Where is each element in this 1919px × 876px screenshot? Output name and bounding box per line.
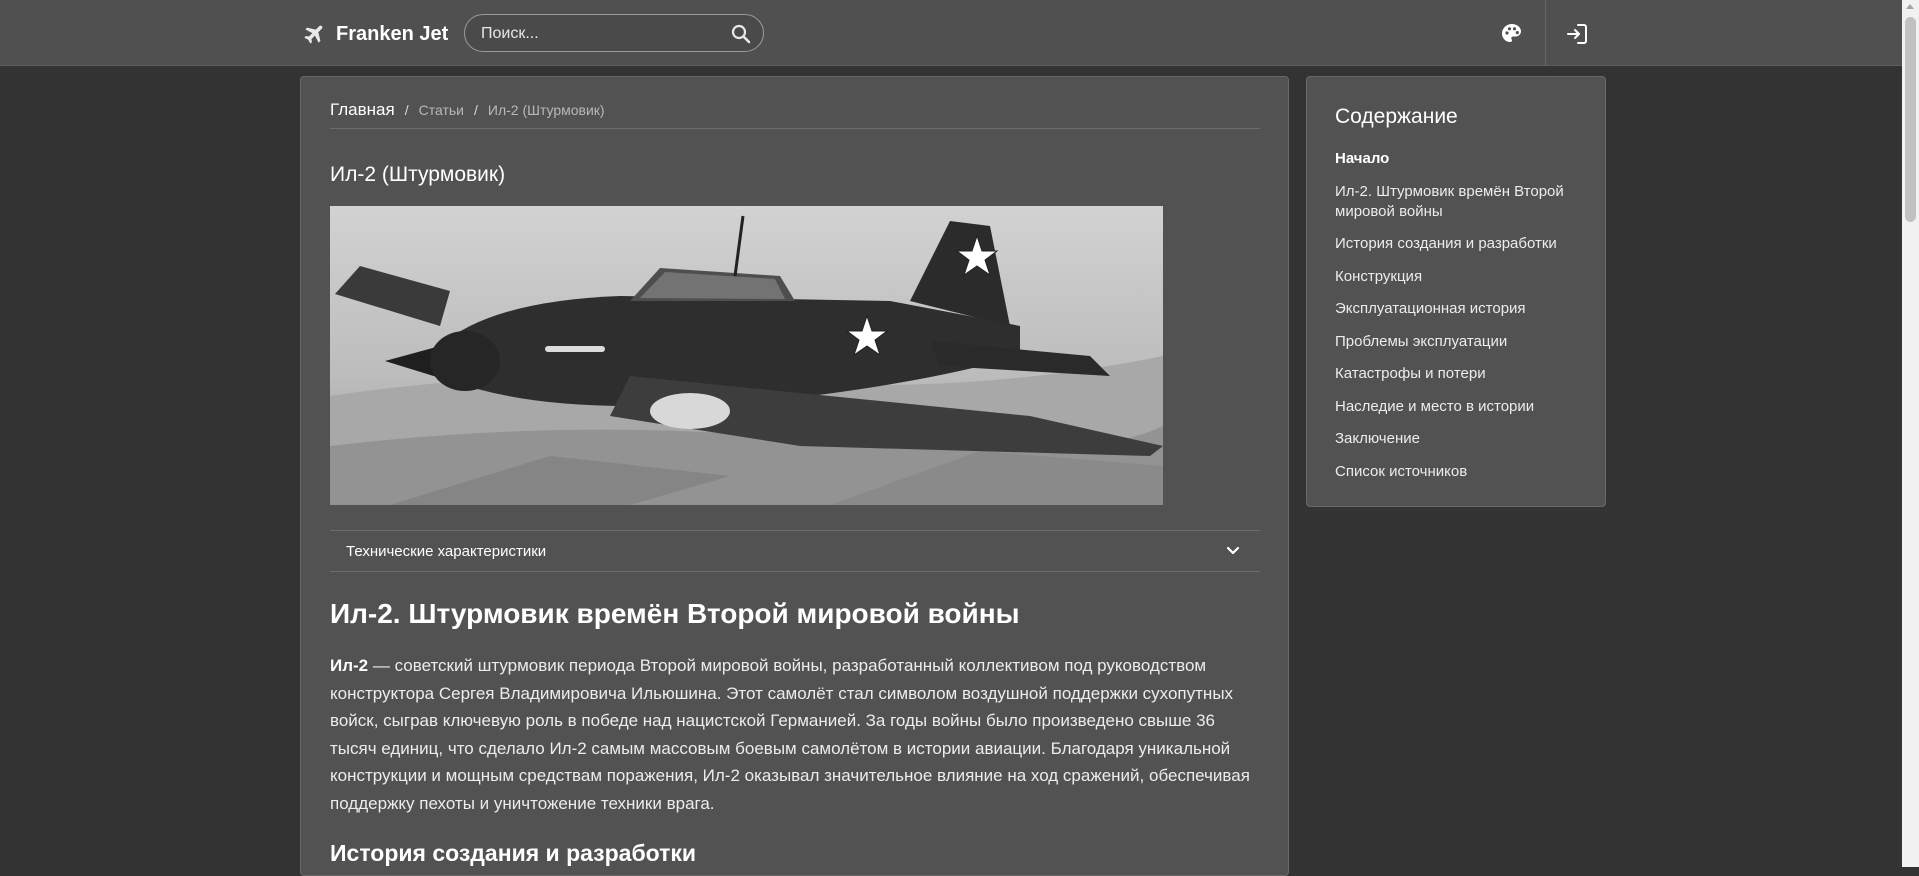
brand-name: Franken Jet xyxy=(336,22,449,45)
toc-item-history[interactable]: История создания и разработки xyxy=(1335,234,1585,254)
scroll-up-arrow[interactable] xyxy=(1906,4,1914,9)
toc-list: Начало Ил-2. Штурмовик времён Второй мир… xyxy=(1335,149,1585,494)
nav-divider xyxy=(1545,0,1546,66)
intro-bold: Ил-2 xyxy=(330,656,369,675)
sign-in-icon[interactable] xyxy=(1565,22,1589,46)
search-icon[interactable] xyxy=(731,24,751,49)
search-box xyxy=(464,14,764,53)
breadcrumb-current: Ил-2 (Штурмовик) xyxy=(487,101,605,118)
specs-label: Технические характеристики xyxy=(346,543,547,560)
breadcrumb-articles[interactable]: Статьи xyxy=(419,102,464,118)
table-of-contents: Содержание Начало Ил-2. Штурмовик времён… xyxy=(1306,76,1606,507)
scroll-thumb[interactable] xyxy=(1905,17,1916,222)
toc-item-operation-problems[interactable]: Проблемы эксплуатации xyxy=(1335,332,1585,352)
toc-item-legacy[interactable]: Наследие и место в истории xyxy=(1335,397,1585,417)
plane-icon xyxy=(302,22,326,46)
brand-link[interactable]: Franken Jet xyxy=(302,18,448,50)
toc-item-conclusion[interactable]: Заключение xyxy=(1335,429,1585,449)
toc-item-operational-history[interactable]: Эксплуатационная история xyxy=(1335,299,1585,319)
toc-item-sources[interactable]: Список источников xyxy=(1335,462,1585,482)
toc-title: Содержание xyxy=(1335,105,1458,128)
breadcrumb-separator: / xyxy=(404,101,409,118)
chevron-down-icon[interactable] xyxy=(1226,544,1240,563)
page-scrollbar[interactable] xyxy=(1902,0,1919,867)
toc-item-losses[interactable]: Катастрофы и потери xyxy=(1335,364,1585,384)
article-card: Главная / Статьи / Ил-2 (Штурмовик) Ил-2… xyxy=(300,76,1289,876)
palette-icon[interactable] xyxy=(1500,22,1524,46)
search-input[interactable] xyxy=(479,15,723,53)
breadcrumb-home[interactable]: Главная xyxy=(330,100,395,120)
section-heading: История создания и разработки xyxy=(330,840,697,866)
specs-accordion[interactable]: Технические характеристики xyxy=(330,530,1260,572)
toc-item-start[interactable]: Начало xyxy=(1335,149,1585,169)
article-heading: Ил-2. Штурмовик времён Второй мировой во… xyxy=(330,598,1020,629)
toc-item-construction[interactable]: Конструкция xyxy=(1335,267,1585,287)
aircraft-photo xyxy=(330,206,1163,505)
breadcrumb: Главная / Статьи / Ил-2 (Штурмовик) xyxy=(330,97,1260,129)
intro-text: — советский штурмовик периода Второй мир… xyxy=(330,656,1250,813)
top-navbar: Franken Jet xyxy=(0,0,1902,66)
page-title: Ил-2 (Штурмовик) xyxy=(330,163,506,186)
toc-item-il2-heading[interactable]: Ил-2. Штурмовик времён Второй мировой во… xyxy=(1335,182,1585,222)
intro-paragraph: Ил-2 — советский штурмовик периода Второ… xyxy=(330,652,1260,818)
breadcrumb-separator: / xyxy=(473,101,478,118)
